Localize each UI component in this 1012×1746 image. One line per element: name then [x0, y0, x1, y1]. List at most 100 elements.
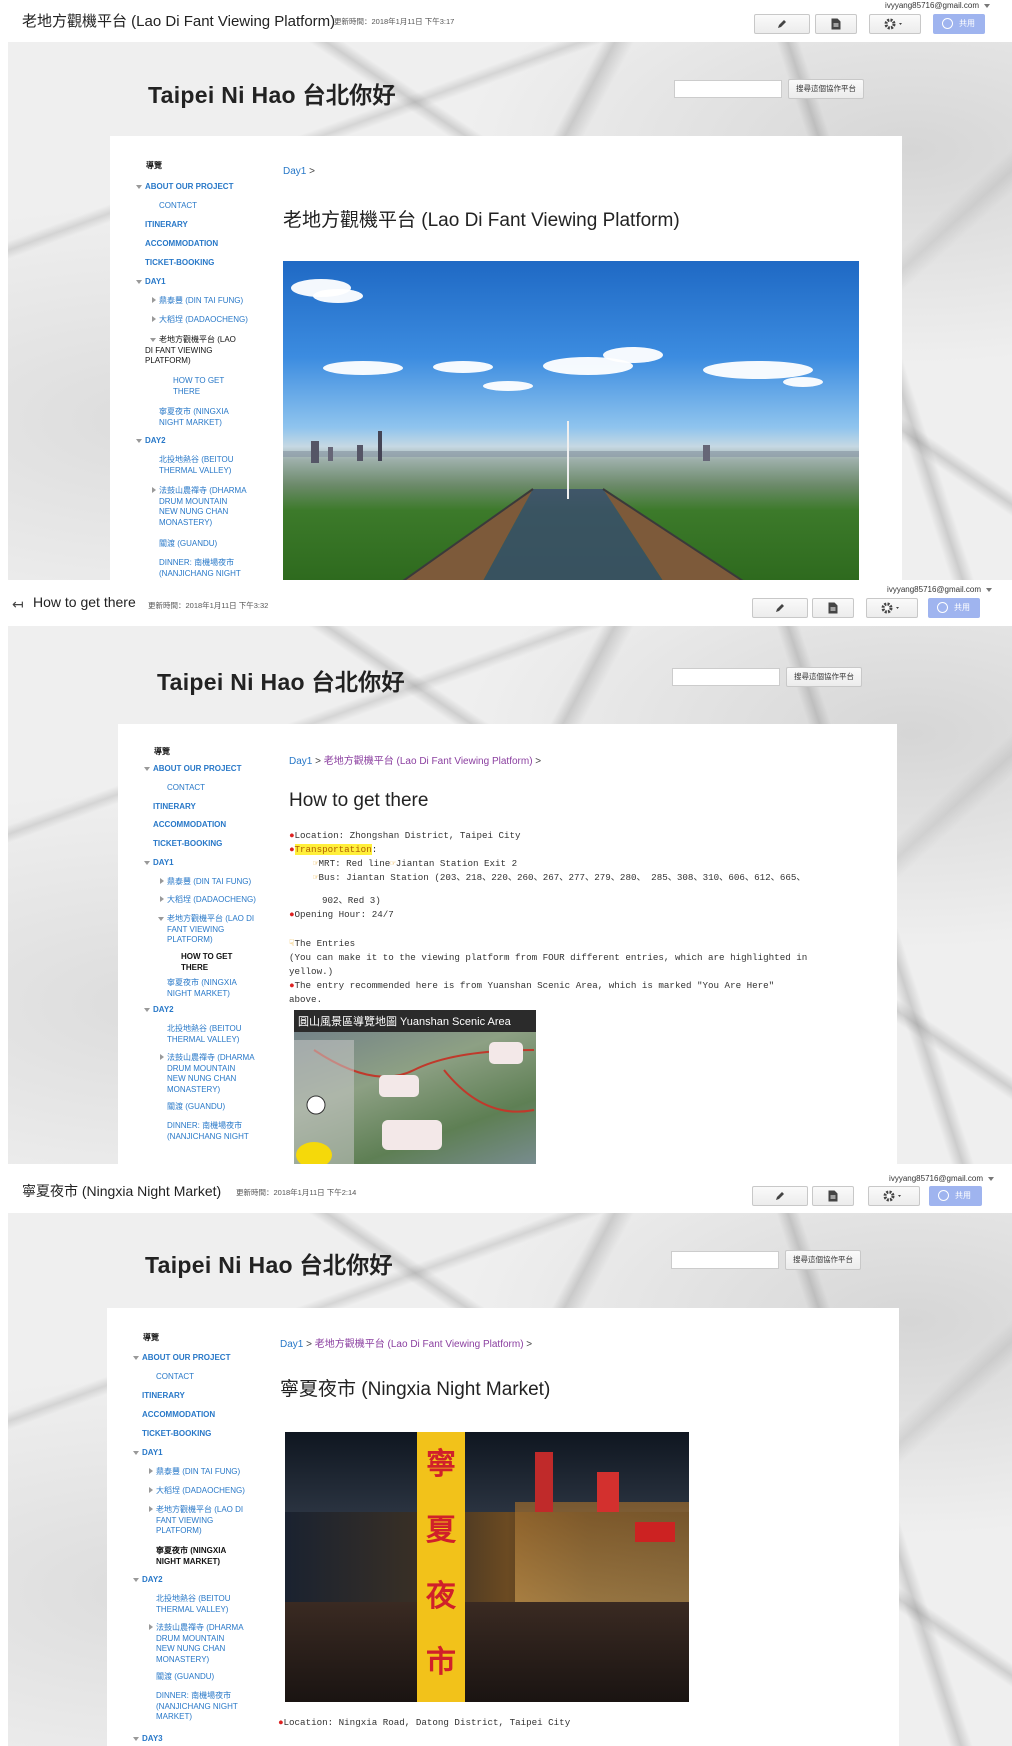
collapse-icon[interactable] — [158, 917, 164, 921]
sidebar-item-dharma[interactable]: 法鼓山農禪寺 (DHARMA DRUM MOUNTAIN NEW NUNG CHAN… — [167, 1053, 255, 1095]
collapse-icon[interactable] — [144, 1008, 150, 1012]
expand-icon[interactable] — [152, 316, 156, 322]
sidebar-item-guandu[interactable]: 關渡 (GUANDU) — [156, 1672, 214, 1683]
sidebar-item-ningxia[interactable]: 寧夏夜市 (NINGXIA NIGHT MARKET) — [167, 978, 237, 999]
search-site-button[interactable]: 搜尋這個協作平台 — [786, 667, 862, 687]
sidebar-item-din-tai-fung[interactable]: 鼎泰豐 (DIN TAI FUNG) — [159, 296, 243, 307]
breadcrumb-day1[interactable]: Day1 — [280, 1339, 303, 1350]
sidebar-item-beitou[interactable]: 北投地熱谷 (BEITOU THERMAL VALLEY) — [159, 455, 234, 476]
expand-icon[interactable] — [149, 1624, 153, 1630]
expand-icon[interactable] — [149, 1487, 153, 1493]
expand-icon[interactable] — [152, 487, 156, 493]
sidebar-item-ticket[interactable]: TICKET-BOOKING — [142, 1429, 211, 1440]
search-input[interactable] — [671, 1251, 779, 1269]
sidebar-item-contact[interactable]: CONTACT — [159, 201, 197, 212]
sidebar-item-day1[interactable]: DAY1 — [145, 277, 166, 288]
sidebar-item-about[interactable]: ABOUT OUR PROJECT — [142, 1353, 230, 1364]
settings-button[interactable] — [869, 14, 921, 34]
sidebar-item-itinerary[interactable]: ITINERARY — [142, 1391, 185, 1402]
new-page-button[interactable] — [812, 598, 854, 618]
sidebar-item-day2[interactable]: DAY2 — [145, 436, 166, 447]
sidebar-item-lao-di-cont[interactable]: DI FANT VIEWING PLATFORM) — [145, 346, 212, 367]
sidebar-item-din-tai-fung[interactable]: 鼎泰豐 (DIN TAI FUNG) — [167, 877, 251, 888]
collapse-icon[interactable] — [136, 280, 142, 284]
collapse-icon[interactable] — [133, 1451, 139, 1455]
breadcrumb-lao-di[interactable]: 老地方觀機平台 (Lao Di Fant Viewing Platform) — [324, 756, 533, 767]
sidebar-item-lao-di[interactable]: 老地方觀機平台 (LAO DI FANT VIEWING PLATFORM) — [167, 914, 254, 946]
sidebar-item-dharma[interactable]: 法鼓山農禪寺 (DHARMA DRUM MOUNTAIN NEW NUNG CHAN… — [156, 1623, 244, 1665]
expand-icon[interactable] — [160, 896, 164, 902]
collapse-icon[interactable] — [136, 185, 142, 189]
expand-icon[interactable] — [160, 1054, 164, 1060]
breadcrumb-day1[interactable]: Day1 — [283, 166, 306, 177]
sidebar-item-about[interactable]: ABOUT OUR PROJECT — [153, 764, 241, 775]
sidebar-item-accommodation[interactable]: ACCOMMODATION — [142, 1410, 215, 1421]
search-input[interactable] — [672, 668, 780, 686]
collapse-icon[interactable] — [150, 338, 156, 342]
sidebar-item-ticket[interactable]: TICKET-BOOKING — [153, 839, 222, 850]
back-arrow-icon[interactable]: ↤ — [12, 596, 24, 613]
sidebar-item-beitou[interactable]: 北投地熱谷 (BEITOU THERMAL VALLEY) — [167, 1024, 242, 1045]
sidebar-item-beitou[interactable]: 北投地熱谷 (BEITOU THERMAL VALLEY) — [156, 1594, 231, 1615]
sidebar-item-lao-di[interactable]: 老地方觀機平台 (LAO — [159, 335, 236, 346]
sidebar-item-dadaocheng[interactable]: 大稻埕 (DADAOCHENG) — [156, 1486, 245, 1497]
sidebar-item-day1[interactable]: DAY1 — [142, 1448, 163, 1459]
sidebar-item-dharma[interactable]: 法鼓山農禪寺 (DHARMA DRUM MOUNTAIN NEW NUNG CHAN… — [159, 486, 247, 528]
settings-button[interactable] — [868, 1186, 920, 1206]
account-menu[interactable]: ivyyang85716@gmail.com — [887, 585, 992, 594]
account-menu[interactable]: ivyyang85716@gmail.com — [889, 1174, 994, 1183]
new-page-button[interactable] — [812, 1186, 854, 1206]
sidebar-item-accommodation[interactable]: ACCOMMODATION — [153, 820, 226, 831]
sidebar-item-how-to-get-there[interactable]: HOW TO GET THERE — [181, 952, 232, 973]
edit-button[interactable] — [752, 598, 808, 618]
content-area: 導覽 ABOUT OUR PROJECT CONTACT ITINERARY A… — [107, 1308, 899, 1746]
edit-button[interactable] — [754, 14, 810, 34]
expand-icon[interactable] — [160, 878, 164, 884]
new-page-button[interactable] — [815, 14, 857, 34]
sidebar-item-dadaocheng[interactable]: 大稻埕 (DADAOCHENG) — [159, 315, 248, 326]
search-site-button[interactable]: 搜尋這個協作平台 — [788, 79, 864, 99]
sidebar-item-dinner[interactable]: DINNER: 南機場夜市 (NANJICHANG NIGHT MARKET) — [156, 1691, 238, 1723]
share-button[interactable]: 共用 — [928, 598, 980, 618]
share-button[interactable]: 共用 — [929, 1186, 982, 1206]
expand-icon[interactable] — [149, 1468, 153, 1474]
edit-button[interactable] — [752, 1186, 808, 1206]
sidebar-item-dadaocheng[interactable]: 大稻埕 (DADAOCHENG) — [167, 895, 256, 906]
breadcrumb-lao-di[interactable]: 老地方觀機平台 (Lao Di Fant Viewing Platform) — [315, 1339, 524, 1350]
sidebar-item-contact[interactable]: CONTACT — [156, 1372, 194, 1383]
sidebar-item-guandu[interactable]: 關渡 (GUANDU) — [159, 539, 217, 550]
expand-icon[interactable] — [149, 1506, 153, 1512]
sidebar-item-dinner[interactable]: DINNER: 南機場夜市 (NANJICHANG NIGHT — [167, 1121, 249, 1142]
settings-button[interactable] — [866, 598, 918, 618]
sidebar-item-day3[interactable]: DAY3 — [142, 1734, 163, 1745]
breadcrumb-day1[interactable]: Day1 — [289, 756, 312, 767]
sidebar-item-lao-di[interactable]: 老地方觀機平台 (LAO DI FANT VIEWING PLATFORM) — [156, 1505, 243, 1537]
expand-icon[interactable] — [152, 297, 156, 303]
collapse-icon[interactable] — [144, 767, 150, 771]
sidebar-item-guandu[interactable]: 關渡 (GUANDU) — [167, 1102, 225, 1113]
search-input[interactable] — [674, 80, 782, 98]
sidebar-item-ningxia[interactable]: 寧夏夜市 (NINGXIA NIGHT MARKET) — [159, 407, 229, 428]
search-site-button[interactable]: 搜尋這個協作平台 — [785, 1250, 861, 1270]
collapse-icon[interactable] — [133, 1578, 139, 1582]
collapse-icon[interactable] — [133, 1737, 139, 1741]
sidebar-item-how-to-get-there[interactable]: HOW TO GET THERE — [173, 376, 224, 397]
sidebar-item-contact[interactable]: CONTACT — [167, 783, 205, 794]
account-menu[interactable]: ivyyang85716@gmail.com — [885, 1, 990, 10]
sidebar-item-itinerary[interactable]: ITINERARY — [145, 220, 188, 231]
sidebar-item-day1[interactable]: DAY1 — [153, 858, 174, 869]
sidebar-item-about[interactable]: ABOUT OUR PROJECT — [145, 182, 233, 193]
collapse-icon[interactable] — [133, 1356, 139, 1360]
sidebar-item-ticket[interactable]: TICKET-BOOKING — [145, 258, 214, 269]
collapse-icon[interactable] — [136, 439, 142, 443]
sidebar-item-ningxia[interactable]: 寧夏夜市 (NINGXIA NIGHT MARKET) — [156, 1546, 226, 1567]
sidebar-item-accommodation[interactable]: ACCOMMODATION — [145, 239, 218, 250]
sidebar-item-din-tai-fung[interactable]: 鼎泰豐 (DIN TAI FUNG) — [156, 1467, 240, 1478]
sidebar-item-day2[interactable]: DAY2 — [153, 1005, 174, 1016]
sidebar-item-dinner[interactable]: DINNER: 南機場夜市 (NANJICHANG NIGHT — [159, 558, 241, 579]
pencil-icon — [776, 604, 784, 612]
sidebar-item-day2[interactable]: DAY2 — [142, 1575, 163, 1586]
sidebar-item-itinerary[interactable]: ITINERARY — [153, 802, 196, 813]
collapse-icon[interactable] — [144, 861, 150, 865]
share-button[interactable]: 共用 — [933, 14, 985, 34]
